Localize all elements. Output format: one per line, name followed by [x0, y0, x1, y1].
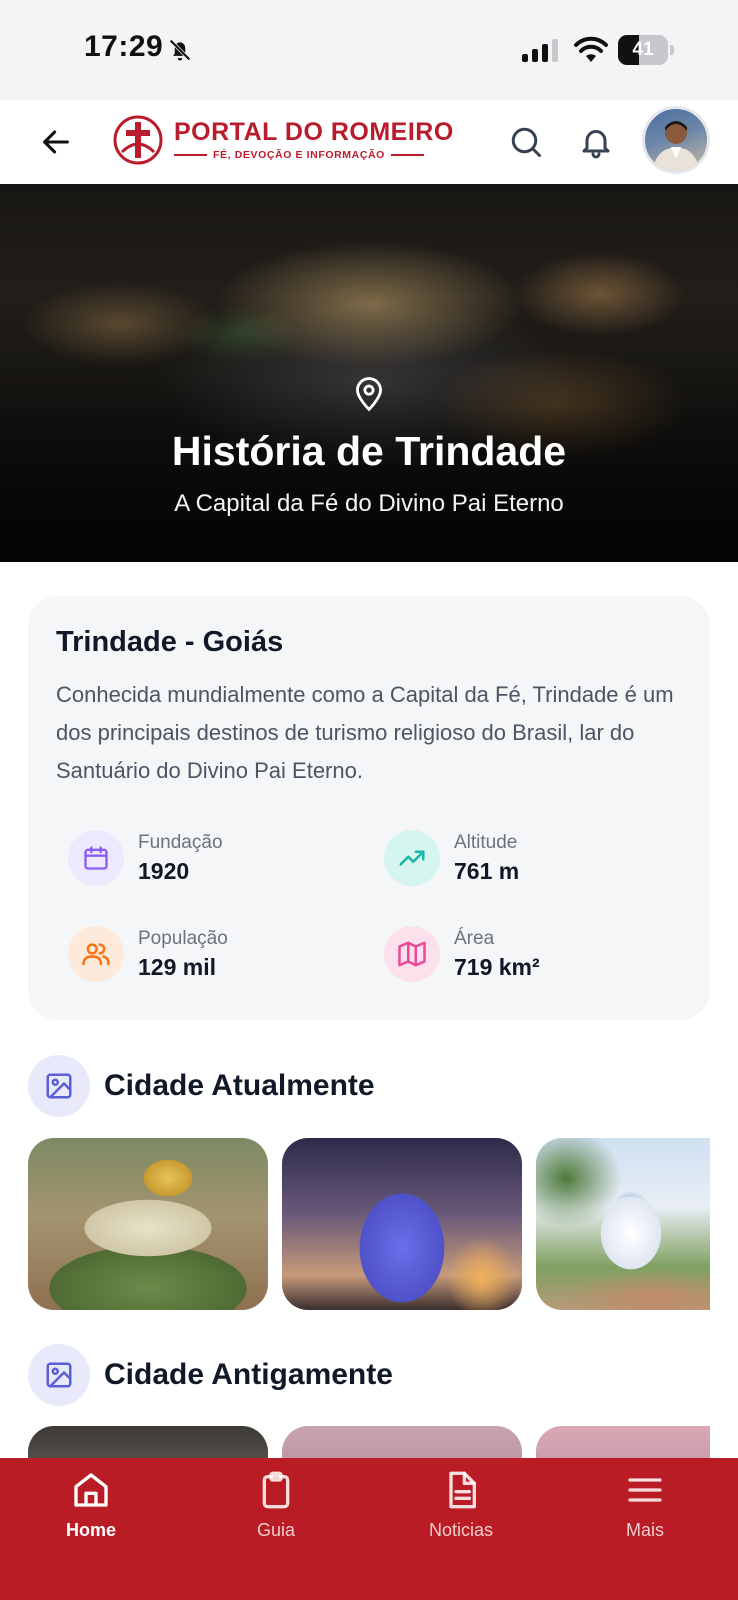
- stat-value: 761 m: [454, 858, 520, 884]
- nav-mais[interactable]: Mais: [570, 1470, 720, 1550]
- city-info-card: Trindade - Goiás Conhecida mundialmente …: [28, 596, 710, 1020]
- section-old-city: Cidade Antigamente: [28, 1344, 708, 1406]
- user-avatar[interactable]: [642, 106, 710, 174]
- clipboard-icon: [262, 1471, 290, 1509]
- card-description: Conhecida mundialmente como a Capital da…: [56, 682, 674, 783]
- home-icon: [74, 1473, 108, 1507]
- photo-sanctuary-aerial[interactable]: [28, 1138, 268, 1310]
- section-title: Cidade Atualmente: [104, 1069, 375, 1102]
- stat-population: População 129 mil: [68, 924, 368, 986]
- battery-level: 41: [632, 39, 654, 60]
- gallery-current[interactable]: [28, 1138, 710, 1310]
- nav-label: Mais: [625, 1520, 664, 1540]
- photo-old-1[interactable]: [28, 1426, 268, 1458]
- cross-logo-icon: [113, 115, 163, 165]
- search-icon: [511, 127, 541, 157]
- hero-title: História de Trindade: [171, 428, 567, 474]
- portal-logo[interactable]: PORTAL DO ROMEIRO FÉ, DEVOÇÃO E INFORMAÇ…: [112, 114, 453, 170]
- stat-area: Área 719 km²: [384, 924, 684, 986]
- card-title: Trindade - Goiás: [56, 626, 284, 658]
- photo-church-square[interactable]: [536, 1138, 710, 1310]
- nav-label: Noticias: [428, 1520, 494, 1540]
- stat-label: População: [138, 928, 228, 949]
- document-icon: [449, 1471, 476, 1509]
- notifications-button[interactable]: [572, 118, 620, 166]
- signal-icon: [522, 39, 558, 62]
- logo-tagline: FÉ, DEVOÇÃO E INFORMAÇÃO: [213, 149, 385, 161]
- stat-foundation: Fundação 1920: [68, 828, 368, 890]
- calendar-icon: [68, 830, 124, 886]
- battery-indicator: 41: [618, 35, 674, 65]
- photo-old-3[interactable]: [536, 1426, 710, 1458]
- image-icon: [28, 1055, 90, 1117]
- section-current-city: Cidade Atualmente: [28, 1055, 708, 1117]
- logo-title: PORTAL DO ROMEIRO: [174, 118, 454, 146]
- trending-up-icon: [384, 830, 440, 886]
- stat-value: 719 km²: [454, 954, 540, 980]
- menu-icon: [628, 1478, 662, 1502]
- stat-value: 1920: [138, 858, 190, 884]
- nav-home[interactable]: Home: [16, 1470, 166, 1550]
- stat-label: Fundação: [138, 832, 223, 853]
- status-time: 17:29: [84, 30, 164, 63]
- nav-noticias[interactable]: Noticias: [386, 1470, 536, 1550]
- hero-subtitle: A Capital da Fé do Divino Pai Eterno: [174, 490, 564, 517]
- nav-label: Home: [65, 1520, 116, 1540]
- stat-label: Altitude: [454, 832, 518, 853]
- nav-guia[interactable]: Guia: [201, 1470, 351, 1550]
- gallery-old[interactable]: [28, 1426, 710, 1458]
- stat-label: Área: [454, 928, 495, 949]
- photo-church-night[interactable]: [282, 1138, 522, 1310]
- status-bar: 17:29 41: [0, 0, 738, 100]
- app-header: PORTAL DO ROMEIRO FÉ, DEVOÇÃO E INFORMAÇ…: [0, 100, 738, 184]
- bell-icon: [582, 130, 610, 159]
- users-icon: [68, 926, 124, 982]
- map-icon: [384, 926, 440, 982]
- back-button[interactable]: [34, 120, 78, 164]
- bell-slash-icon: [169, 39, 191, 61]
- bottom-navigation: Home Guia Noticias Mais: [0, 1458, 738, 1600]
- arrow-left-icon: [43, 130, 69, 154]
- hero-banner: História de Trindade A Capital da Fé do …: [0, 184, 738, 562]
- section-title: Cidade Antigamente: [104, 1358, 393, 1391]
- map-pin-icon: [356, 377, 382, 412]
- search-button[interactable]: [502, 118, 550, 166]
- image-icon: [28, 1344, 90, 1406]
- stat-value: 129 mil: [138, 954, 216, 980]
- nav-label: Guia: [256, 1520, 296, 1540]
- wifi-icon: [574, 36, 608, 62]
- photo-old-2[interactable]: [282, 1426, 522, 1458]
- stat-altitude: Altitude 761 m: [384, 828, 684, 890]
